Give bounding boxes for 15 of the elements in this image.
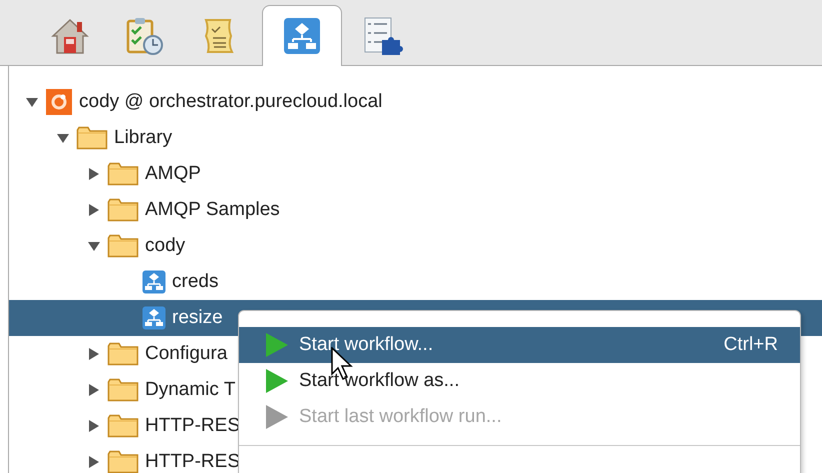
- shortcut-label: Ctrl+R: [724, 334, 778, 356]
- tree-item-label: resize: [172, 307, 223, 329]
- tree-item-label: Dynamic T: [145, 379, 236, 401]
- tree-item-label: cody: [145, 235, 186, 257]
- tree-item-label: HTTP-RES: [145, 451, 240, 473]
- tree-item-label: cody @ orchestrator.purecloud.local: [79, 91, 382, 113]
- tree-item-label: Library: [114, 127, 172, 149]
- menu-item-label: Start workflow...: [299, 334, 434, 356]
- tree-item-label: AMQP: [145, 163, 201, 185]
- tree-item-label: creds: [172, 271, 218, 293]
- tree-item-label: HTTP-RES: [145, 415, 240, 437]
- menu-item-label: Start workflow as...: [299, 370, 460, 392]
- tree-item-label: Configura: [145, 343, 228, 365]
- menu-item-label: Start last workflow run...: [299, 406, 503, 428]
- tree-item-label: AMQP Samples: [145, 199, 280, 221]
